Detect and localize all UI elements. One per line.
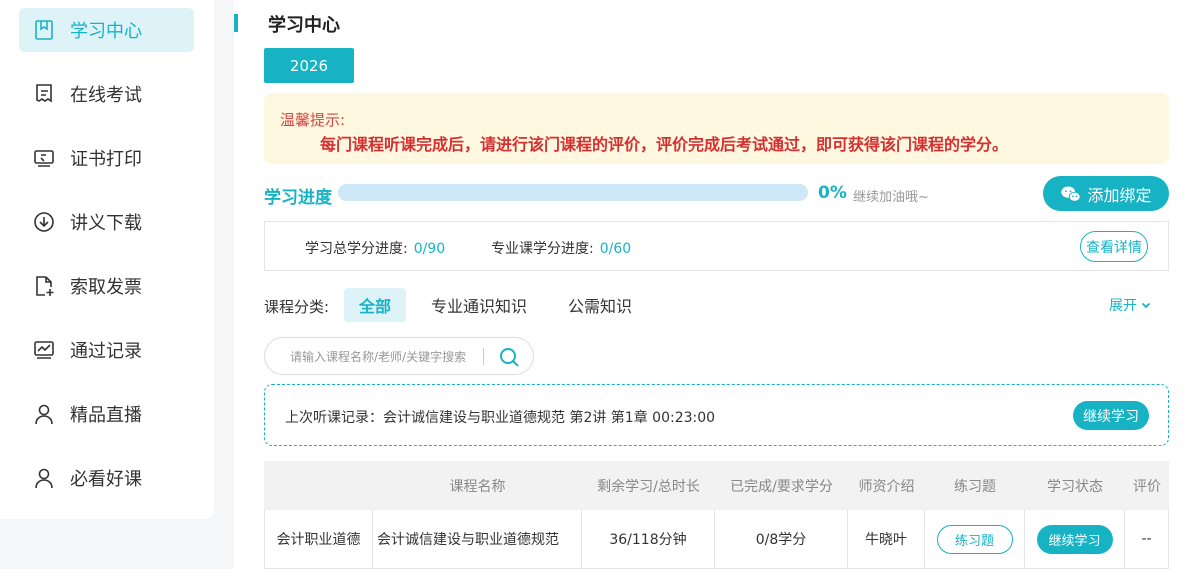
wechat-icon — [1061, 185, 1082, 202]
search-input[interactable] — [290, 347, 470, 367]
sidebar-item-label: 精品直播 — [70, 405, 142, 426]
sidebar-item-certificate-print[interactable]: 证书打印 — [19, 136, 194, 180]
course-table: 课程名称 剩余学习/总时长 已完成/要求学分 师资介绍 练习题 学习状态 评价 … — [264, 461, 1169, 569]
course-category: 会计职业道德 — [264, 510, 373, 568]
progress-label: 学习进度 — [264, 188, 332, 208]
sidebar-item-label: 学习中心 — [70, 21, 142, 42]
sidebar-item-study-center[interactable]: 学习中心 — [19, 8, 194, 52]
total-credit-value: 0/90 — [413, 241, 446, 257]
major-credit-value: 0/60 — [599, 241, 632, 257]
course-rating: -- — [1125, 510, 1169, 568]
sidebar-item-label: 证书打印 — [70, 149, 142, 170]
add-file-icon — [33, 275, 55, 297]
sidebar-item-live[interactable]: 精品直播 — [19, 392, 194, 436]
category-label: 课程分类: — [264, 298, 330, 316]
column-header: 课程名称 — [449, 478, 506, 495]
status-cell: 继续学习 — [1025, 510, 1125, 568]
course-name[interactable]: 会计诚信建设与职业道德规范 — [373, 510, 582, 568]
expand-label: 展开 — [1109, 298, 1137, 314]
search-box — [264, 337, 534, 375]
notice-title: 温馨提示: — [280, 111, 346, 129]
total-credit-label: 学习总学分进度: — [305, 241, 408, 257]
bookmark-icon — [33, 19, 55, 41]
column-header: 师资介绍 — [858, 478, 915, 495]
category-tab-professional[interactable]: 专业通识知识 — [424, 288, 534, 322]
column-header — [264, 461, 373, 510]
notice-box: 温馨提示: 每门课程听课完成后，请进行该门课程的评价，评价完成后考试通过，即可获… — [264, 93, 1169, 164]
continue-learning-button[interactable]: 继续学习 — [1073, 401, 1149, 430]
credit-progress-box: 学习总学分进度: 0/90 专业课学分进度: 0/60 查看详情 — [264, 221, 1169, 271]
total-credit-progress: 学习总学分进度: 0/90 — [305, 238, 445, 258]
course-duration: 36/118分钟 — [582, 510, 715, 568]
exercise-cell: 练习题 — [925, 510, 1025, 568]
column-header: 学习状态 — [1047, 478, 1103, 495]
sidebar-item-label: 索取发票 — [70, 277, 142, 298]
notice-body: 每门课程听课完成后，请进行该门课程的评价，评价完成后考试通过，即可获得该门课程的… — [320, 135, 1009, 154]
column-header: 已完成/要求学分 — [730, 478, 833, 495]
last-record-box: 上次听课记录：会计诚信建设与职业道德规范 第2讲 第1章 00:23:00 继续… — [264, 384, 1169, 446]
table-header: 课程名称 剩余学习/总时长 已完成/要求学分 师资介绍 练习题 学习状态 评价 — [264, 461, 1169, 510]
category-tab-all[interactable]: 全部 — [344, 288, 406, 322]
sidebar-item-label: 讲义下载 — [70, 213, 142, 234]
column-header: 练习题 — [954, 478, 996, 495]
document-icon — [33, 83, 55, 105]
view-details-button[interactable]: 查看详情 — [1080, 231, 1148, 262]
page-title: 学习中心 — [268, 15, 340, 36]
sidebar: 学习中心 在线考试 证书打印 讲义下载 索取发票 通过记录 精品直播 必看好课 — [0, 0, 214, 519]
column-header: 评价 — [1133, 478, 1161, 495]
expand-toggle[interactable]: 展开 — [1109, 295, 1152, 315]
sidebar-item-invoice[interactable]: 索取发票 — [19, 264, 194, 308]
main-content: 学习中心 2026 温馨提示: 每门课程听课完成后，请进行该门课程的评价，评价完… — [234, 0, 1192, 569]
sidebar-item-handout-download[interactable]: 讲义下载 — [19, 200, 194, 244]
category-tab-public[interactable]: 公需知识 — [562, 288, 638, 322]
chevron-down-icon — [1141, 302, 1151, 309]
user-icon — [33, 403, 55, 425]
sidebar-item-label: 在线考试 — [70, 85, 142, 106]
user-icon — [33, 467, 55, 489]
exercise-button[interactable]: 练习题 — [936, 524, 1013, 554]
print-certificate-icon — [33, 147, 55, 169]
progress-bar — [338, 184, 808, 201]
add-bind-label: 添加绑定 — [1087, 185, 1152, 205]
course-credits: 0/8学分 — [715, 510, 848, 568]
sidebar-item-label: 必看好课 — [70, 469, 142, 490]
sidebar-item-online-exam[interactable]: 在线考试 — [19, 72, 194, 116]
progress-percent: 0% — [818, 183, 847, 203]
major-credit-progress: 专业课学分进度: 0/60 — [491, 238, 631, 258]
title-accent-bar — [234, 14, 238, 32]
continue-study-button[interactable]: 继续学习 — [1036, 524, 1113, 554]
column-header: 剩余学习/总时长 — [597, 478, 700, 495]
chart-record-icon — [33, 339, 55, 361]
progress-hint: 继续加油哦~ — [853, 190, 929, 205]
sidebar-item-label: 通过记录 — [70, 341, 142, 362]
course-teacher[interactable]: 牛晓叶 — [848, 510, 925, 568]
download-icon — [33, 211, 55, 233]
last-record-text: 上次听课记录：会计诚信建设与职业道德规范 第2讲 第1章 00:23:00 — [285, 410, 716, 426]
major-credit-label: 专业课学分进度: — [491, 241, 594, 257]
add-bind-button[interactable]: 添加绑定 — [1043, 176, 1169, 211]
sidebar-item-pass-records[interactable]: 通过记录 — [19, 328, 194, 372]
search-icon[interactable] — [498, 346, 520, 368]
year-tab[interactable]: 2026 — [264, 48, 354, 83]
search-divider — [483, 348, 484, 365]
sidebar-item-must-watch[interactable]: 必看好课 — [19, 456, 194, 500]
table-row: 会计职业道德 会计诚信建设与职业道德规范 36/118分钟 0/8学分 牛晓叶 … — [264, 510, 1169, 569]
